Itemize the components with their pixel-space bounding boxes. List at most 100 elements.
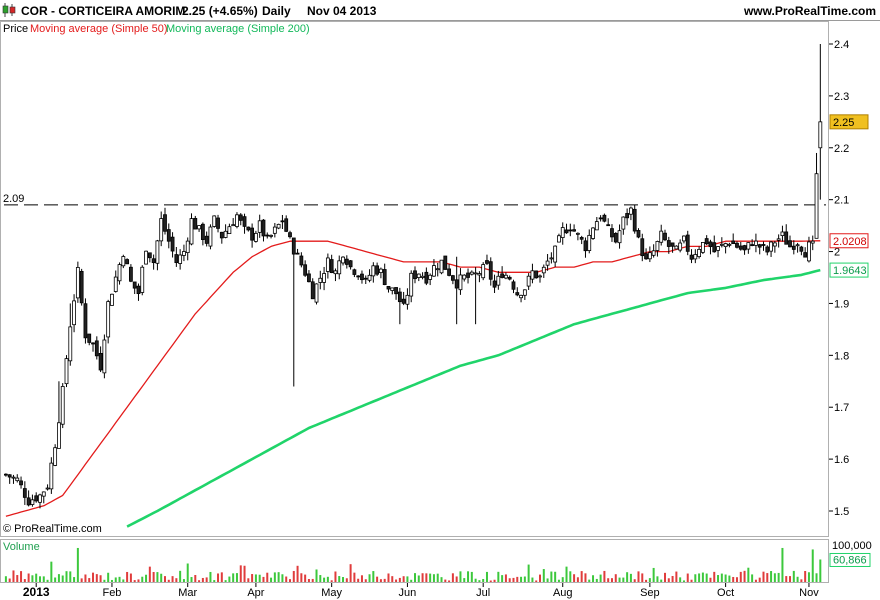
candle-body — [75, 267, 80, 299]
volume-bar — [414, 573, 416, 582]
candle-body — [128, 266, 133, 282]
site-link[interactable]: www.ProRealTime.com — [743, 4, 876, 18]
candle-body — [329, 259, 334, 274]
candle-body — [68, 326, 73, 362]
candle-body — [557, 235, 561, 243]
volume-bar — [800, 579, 803, 582]
volume-bar — [122, 579, 125, 582]
candle-body — [477, 273, 482, 276]
volume-bar — [262, 576, 265, 582]
candle-body — [394, 287, 398, 295]
candle-body — [261, 219, 266, 237]
candle-body — [136, 285, 141, 295]
volume-bar — [190, 577, 193, 582]
price-candle — [106, 299, 111, 344]
candle-body — [613, 233, 618, 243]
price-candle — [443, 255, 448, 270]
volume-bar — [470, 571, 473, 582]
candle-body — [591, 227, 595, 239]
candle-body — [530, 270, 535, 280]
candle-body — [140, 266, 145, 293]
candle-body — [60, 386, 65, 425]
volume-bar — [342, 577, 345, 582]
candle-body — [38, 494, 42, 503]
volume-bar — [648, 578, 651, 582]
volume-bar — [69, 571, 72, 582]
volume-bar — [482, 578, 485, 582]
volume-bar — [175, 578, 178, 582]
candle-body — [193, 217, 198, 230]
candle-body — [682, 235, 686, 242]
candle-body — [621, 216, 626, 230]
price-candle — [144, 250, 148, 265]
volume-bar — [141, 576, 144, 582]
candle-body — [405, 294, 410, 305]
volume-bar — [50, 561, 53, 582]
candle-body — [795, 244, 800, 247]
volume-bar — [273, 572, 276, 582]
candle-body — [276, 223, 281, 229]
candle-body — [348, 260, 353, 268]
volume-bar — [694, 574, 697, 582]
volume-bar — [720, 573, 723, 582]
price-candle — [276, 223, 281, 230]
candle-body — [500, 273, 505, 278]
price-candle — [53, 444, 58, 467]
volume-bar — [292, 570, 295, 582]
candle-body — [549, 257, 554, 260]
price-candle — [439, 259, 444, 275]
volume-bar — [395, 579, 398, 582]
volume-bar — [92, 572, 95, 582]
volume-bar — [539, 574, 542, 582]
candle-body — [34, 495, 39, 502]
candle-body — [636, 230, 641, 238]
price-candle — [208, 224, 213, 250]
volume-bar — [171, 576, 174, 582]
candle-body — [307, 273, 311, 283]
volume-bar — [520, 576, 523, 582]
volume-bar — [107, 572, 110, 582]
volume-bar — [133, 580, 136, 582]
volume-bar — [239, 565, 242, 582]
candle-body — [291, 237, 296, 255]
volume-bar — [811, 549, 814, 582]
candle-body — [572, 229, 576, 232]
candle-body — [303, 264, 308, 276]
price-tick-label: 1.7 — [834, 402, 849, 414]
volume-bar — [103, 579, 106, 582]
candle-body — [443, 255, 448, 270]
candle-body — [15, 477, 20, 482]
candle-body — [170, 236, 175, 252]
candle-body — [155, 240, 160, 264]
volume-bar — [167, 579, 170, 582]
volume-bar — [523, 576, 526, 582]
candle-body — [678, 242, 683, 251]
volume-bar — [376, 576, 379, 582]
volume-bar — [254, 574, 257, 582]
candle-body — [235, 214, 239, 227]
candle-body — [250, 227, 255, 241]
volume-bar — [766, 573, 769, 582]
volume-bar — [527, 564, 530, 582]
volume-bar — [110, 579, 113, 582]
volume-bar — [296, 565, 299, 582]
candle-body — [352, 269, 357, 275]
candle-body — [731, 240, 736, 245]
volume-bar — [489, 580, 492, 582]
candle-body — [564, 229, 569, 234]
volume-bar — [372, 571, 375, 582]
volume-bar — [12, 570, 15, 582]
volume-bar — [652, 567, 655, 582]
volume-bar — [467, 571, 470, 582]
volume-bar — [270, 577, 273, 582]
candle-body — [208, 226, 213, 247]
price-change: 2.25 (+4.65%) — [182, 4, 258, 18]
volume-bar — [114, 577, 117, 582]
volume-bar — [398, 577, 401, 582]
candle-body — [397, 291, 402, 303]
candle-body — [791, 245, 796, 250]
volume-bar — [614, 574, 617, 582]
volume-bar — [724, 574, 727, 582]
volume-bar — [785, 576, 788, 582]
candle-body — [11, 476, 16, 479]
